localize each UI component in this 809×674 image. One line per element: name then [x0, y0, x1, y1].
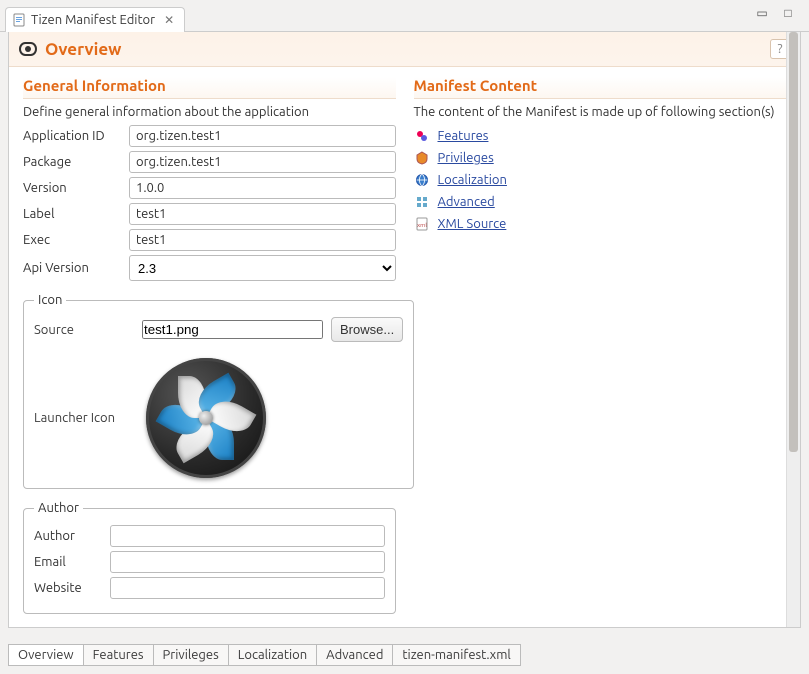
overview-header: Overview ? — [9, 32, 800, 67]
xml-source-icon: xml — [414, 216, 430, 232]
tab-features[interactable]: Features — [83, 644, 153, 666]
label-launcher-icon: Launcher Icon — [34, 411, 134, 425]
label-icon-source: Source — [34, 323, 134, 337]
label-exec: Exec — [23, 233, 123, 247]
input-exec[interactable] — [129, 229, 396, 251]
label-api-version: Api Version — [23, 261, 123, 275]
editor-tab-label: Tizen Manifest Editor — [31, 13, 155, 27]
label-label: Label — [23, 207, 123, 221]
general-desc: Define general information about the app… — [23, 105, 396, 119]
label-version: Version — [23, 181, 123, 195]
icon-legend: Icon — [34, 293, 66, 307]
input-author[interactable] — [110, 525, 385, 547]
maximize-button[interactable]: □ — [781, 6, 795, 20]
features-icon — [414, 128, 430, 144]
pinwheel-icon — [161, 373, 251, 463]
select-api-version[interactable]: 2.3 — [129, 255, 396, 281]
author-fieldset: Author Author Email Website — [23, 501, 396, 614]
tab-privileges[interactable]: Privileges — [153, 644, 228, 666]
input-label[interactable] — [129, 203, 396, 225]
close-tab-icon[interactable]: ✕ — [164, 13, 174, 27]
link-features[interactable]: Features — [438, 129, 489, 143]
label-website: Website — [34, 581, 104, 595]
icon-fieldset: Icon Source Browse... Launcher Icon — [23, 293, 414, 489]
manifest-desc: The content of the Manifest is made up o… — [414, 105, 787, 119]
manifest-column: Manifest Content The content of the Mani… — [414, 77, 787, 607]
advanced-icon — [414, 194, 430, 210]
scrollbar-thumb[interactable] — [789, 32, 798, 452]
vertical-scrollbar[interactable] — [786, 32, 800, 627]
tab-advanced[interactable]: Advanced — [316, 644, 392, 666]
link-xml-source[interactable]: XML Source — [438, 217, 507, 231]
content-area: Overview ? General Information Define ge… — [8, 32, 801, 628]
label-app-id: Application ID — [23, 129, 123, 143]
input-website[interactable] — [110, 577, 385, 599]
label-author: Author — [34, 529, 104, 543]
link-privileges[interactable]: Privileges — [438, 151, 494, 165]
file-icon — [12, 13, 26, 27]
editor-tab-bar: Tizen Manifest Editor ✕ — [0, 0, 809, 32]
localization-icon — [414, 172, 430, 188]
svg-text:xml: xml — [417, 222, 427, 229]
eye-icon — [19, 42, 37, 56]
launcher-icon-preview — [146, 358, 266, 478]
general-column: General Information Define general infor… — [23, 77, 396, 607]
tab-xml[interactable]: tizen-manifest.xml — [392, 644, 520, 666]
input-version[interactable] — [129, 177, 396, 199]
input-email[interactable] — [110, 551, 385, 573]
editor-tab-manifest[interactable]: Tizen Manifest Editor ✕ — [5, 7, 185, 32]
input-icon-source[interactable] — [142, 320, 323, 339]
manifest-section-title: Manifest Content — [414, 77, 787, 99]
privileges-icon — [414, 150, 430, 166]
browse-button[interactable]: Browse... — [331, 317, 403, 342]
minimize-button[interactable]: ▭ — [755, 6, 769, 20]
tab-localization[interactable]: Localization — [228, 644, 316, 666]
general-section-title: General Information — [23, 77, 396, 99]
link-localization[interactable]: Localization — [438, 173, 507, 187]
input-package[interactable] — [129, 151, 396, 173]
page-title: Overview — [45, 40, 121, 59]
label-package: Package — [23, 155, 123, 169]
bottom-tab-bar: Overview Features Privileges Localizatio… — [8, 644, 521, 666]
author-legend: Author — [34, 501, 83, 515]
link-advanced[interactable]: Advanced — [438, 195, 495, 209]
label-email: Email — [34, 555, 104, 569]
input-app-id[interactable] — [129, 125, 396, 147]
tab-overview[interactable]: Overview — [8, 644, 83, 666]
